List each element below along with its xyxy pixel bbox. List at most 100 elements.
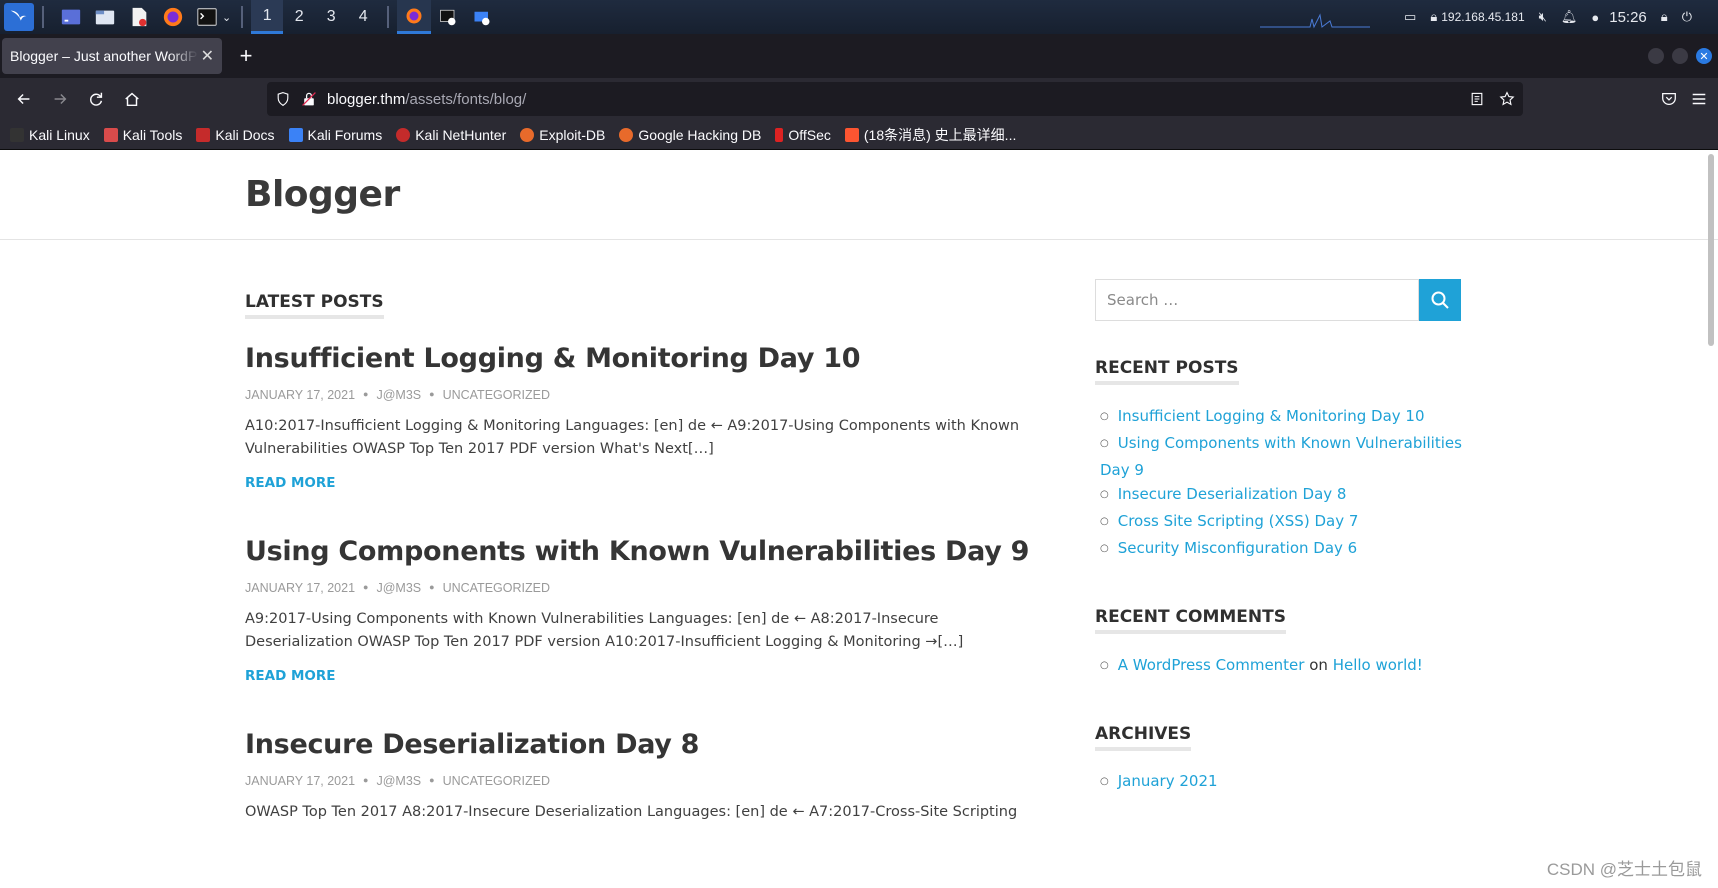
recent-post-link[interactable]: Cross Site Scripting (XSS) Day 7 bbox=[1095, 509, 1465, 536]
post-meta: JANUARY 17, 2021 ● J@M3S ● UNCATEGORIZED bbox=[245, 388, 550, 402]
page-scrollbar[interactable] bbox=[1708, 154, 1714, 346]
task-firefox[interactable] bbox=[397, 0, 432, 34]
post-category[interactable]: UNCATEGORIZED bbox=[443, 774, 550, 788]
site-title[interactable]: Blogger bbox=[245, 174, 400, 215]
kali-forums-icon bbox=[288, 127, 303, 142]
close-window-button[interactable]: ✕ bbox=[1696, 48, 1712, 64]
firefox-icon bbox=[406, 8, 422, 23]
bookmark-exploit-db[interactable]: Exploit-DB bbox=[520, 127, 605, 143]
site-header: Blogger bbox=[0, 150, 1718, 240]
mute-icon[interactable]: 🔇︎ bbox=[1539, 9, 1547, 25]
reload-button[interactable] bbox=[78, 83, 114, 115]
forward-button[interactable] bbox=[42, 83, 78, 115]
bookmark-kali-forums[interactable]: Kali Forums bbox=[288, 127, 382, 143]
offsec-icon bbox=[775, 127, 784, 142]
comment-item: A WordPress Commenter on Hello world! bbox=[1095, 653, 1465, 680]
desktop-icon[interactable] bbox=[56, 3, 86, 31]
read-more-link[interactable]: READ MORE bbox=[245, 475, 336, 491]
search-input[interactable] bbox=[1095, 279, 1420, 321]
post-date[interactable]: JANUARY 17, 2021 bbox=[245, 581, 355, 595]
shield-icon[interactable] bbox=[275, 91, 291, 107]
search-icon bbox=[1431, 291, 1449, 309]
post-excerpt: OWASP Top Ten 2017 A8:2017-Insecure Dese… bbox=[245, 804, 1018, 820]
recent-post-link[interactable]: Using Components with Known Vulnerabilit… bbox=[1095, 431, 1465, 482]
web-page: Blogger LATEST POSTS Insufficient Loggin… bbox=[0, 150, 1718, 888]
comment-post-link[interactable]: Hello world! bbox=[1333, 656, 1423, 674]
bookmark-kali-tools[interactable]: Kali Tools bbox=[103, 127, 182, 143]
archives-heading: ARCHIVES bbox=[1095, 724, 1192, 751]
comment-on-text: on bbox=[1309, 656, 1328, 674]
read-more-link[interactable]: READ MORE bbox=[245, 668, 336, 684]
task-terminal[interactable] bbox=[431, 0, 465, 34]
minimize-button[interactable] bbox=[1648, 48, 1664, 64]
recent-comments-list: A WordPress Commenter on Hello world! bbox=[1095, 653, 1465, 680]
bookmark-label: (18条消息) 史上最详细... bbox=[863, 126, 1017, 143]
firefox-icon[interactable] bbox=[158, 3, 188, 31]
bookmark-google-hacking-db[interactable]: Google Hacking DB bbox=[619, 127, 761, 143]
clock: 15:26 bbox=[1609, 8, 1647, 26]
post-date[interactable]: JANUARY 17, 2021 bbox=[245, 774, 355, 788]
power-button-icon[interactable]: ⏻ bbox=[1682, 9, 1692, 25]
back-button[interactable] bbox=[6, 83, 42, 115]
file-manager-icon[interactable] bbox=[90, 3, 120, 31]
recent-posts-heading: RECENT POSTS bbox=[1095, 358, 1239, 385]
workspace-2[interactable]: 2 bbox=[283, 0, 315, 34]
reader-view-icon[interactable] bbox=[1469, 91, 1485, 107]
csdn-watermark: CSDN @芝士土包鼠 bbox=[1546, 860, 1702, 879]
bookmark-label: Kali Docs bbox=[215, 126, 275, 143]
post-title[interactable]: Using Components with Known Vulnerabilit… bbox=[245, 536, 1029, 567]
post-item: Insufficient Logging & Monitoring Day 10… bbox=[245, 343, 1025, 492]
bookmark-kali-linux[interactable]: Kali Linux bbox=[10, 127, 90, 143]
lock-icon[interactable]: 🔒︎ bbox=[1661, 9, 1668, 25]
post-author[interactable]: J@M3S bbox=[376, 581, 421, 595]
text-editor-icon[interactable] bbox=[124, 3, 154, 31]
close-icon[interactable]: ✕ bbox=[201, 46, 214, 66]
recent-post-link[interactable]: Insufficient Logging & Monitoring Day 10 bbox=[1095, 404, 1465, 431]
lock-icon[interactable] bbox=[301, 91, 317, 107]
browser-tab[interactable]: Blogger – Just another WordPress site ✕ bbox=[2, 38, 222, 74]
bookmark-csdn[interactable]: (18条消息) 史上最详细... bbox=[844, 125, 1017, 145]
network-lock-icon[interactable]: 🔒︎ bbox=[1430, 9, 1437, 25]
url-bar[interactable]: blogger.thm/assets/fonts/blog/ bbox=[267, 82, 1523, 116]
comment-author-link[interactable]: A WordPress Commenter bbox=[1118, 656, 1305, 674]
search-button[interactable] bbox=[1419, 279, 1461, 321]
recent-post-link[interactable]: Security Misconfiguration Day 6 bbox=[1095, 536, 1465, 563]
chevron-down-icon[interactable]: ⌄ bbox=[222, 11, 231, 24]
archives-list: January 2021 bbox=[1095, 769, 1465, 796]
window-icon[interactable]: ▭ bbox=[1404, 9, 1416, 25]
terminal-icon[interactable] bbox=[192, 3, 222, 31]
post-title[interactable]: Insecure Deserialization Day 8 bbox=[245, 729, 1025, 760]
url-host: blogger.thm bbox=[327, 90, 406, 108]
taskbar-separator bbox=[241, 6, 244, 28]
pocket-icon[interactable] bbox=[1660, 90, 1678, 108]
bookmark-offsec[interactable]: OffSec bbox=[775, 127, 831, 143]
bookmark-kali-docs[interactable]: Kali Docs bbox=[196, 126, 275, 143]
workspace-4[interactable]: 4 bbox=[347, 0, 379, 34]
archive-link[interactable]: January 2021 bbox=[1095, 769, 1465, 796]
post-category[interactable]: UNCATEGORIZED bbox=[443, 581, 550, 595]
workspace-1[interactable]: 1 bbox=[251, 0, 284, 34]
post-author[interactable]: J@M3S bbox=[376, 774, 421, 788]
bookmark-star-icon[interactable] bbox=[1499, 91, 1515, 107]
recent-post-link[interactable]: Insecure Deserialization Day 8 bbox=[1095, 482, 1465, 509]
kali-docs-icon bbox=[196, 127, 211, 142]
post-title[interactable]: Insufficient Logging & Monitoring Day 10 bbox=[245, 343, 1025, 374]
post-author[interactable]: J@M3S bbox=[376, 388, 421, 402]
workspace-3[interactable]: 3 bbox=[315, 0, 347, 34]
hamburger-menu-icon[interactable] bbox=[1690, 90, 1708, 108]
post-item: Using Components with Known Vulnerabilit… bbox=[245, 536, 1029, 685]
main-content: LATEST POSTS Insufficient Logging & Moni… bbox=[245, 240, 1029, 824]
bell-icon[interactable]: 🔔︎ bbox=[1561, 9, 1578, 25]
ghdb-icon bbox=[619, 127, 634, 142]
home-button[interactable] bbox=[114, 83, 150, 115]
bookmark-label: OffSec bbox=[788, 126, 831, 143]
task-files[interactable] bbox=[465, 0, 499, 34]
post-category[interactable]: UNCATEGORIZED bbox=[443, 388, 550, 402]
csdn-icon bbox=[844, 127, 859, 142]
bookmark-kali-nethunter[interactable]: Kali NetHunter bbox=[396, 127, 506, 143]
post-date[interactable]: JANUARY 17, 2021 bbox=[245, 388, 355, 402]
new-tab-button[interactable]: + bbox=[228, 38, 264, 74]
maximize-button[interactable] bbox=[1672, 48, 1688, 64]
power-icon[interactable]: ● bbox=[1591, 10, 1599, 25]
kali-menu-icon[interactable] bbox=[4, 3, 34, 31]
